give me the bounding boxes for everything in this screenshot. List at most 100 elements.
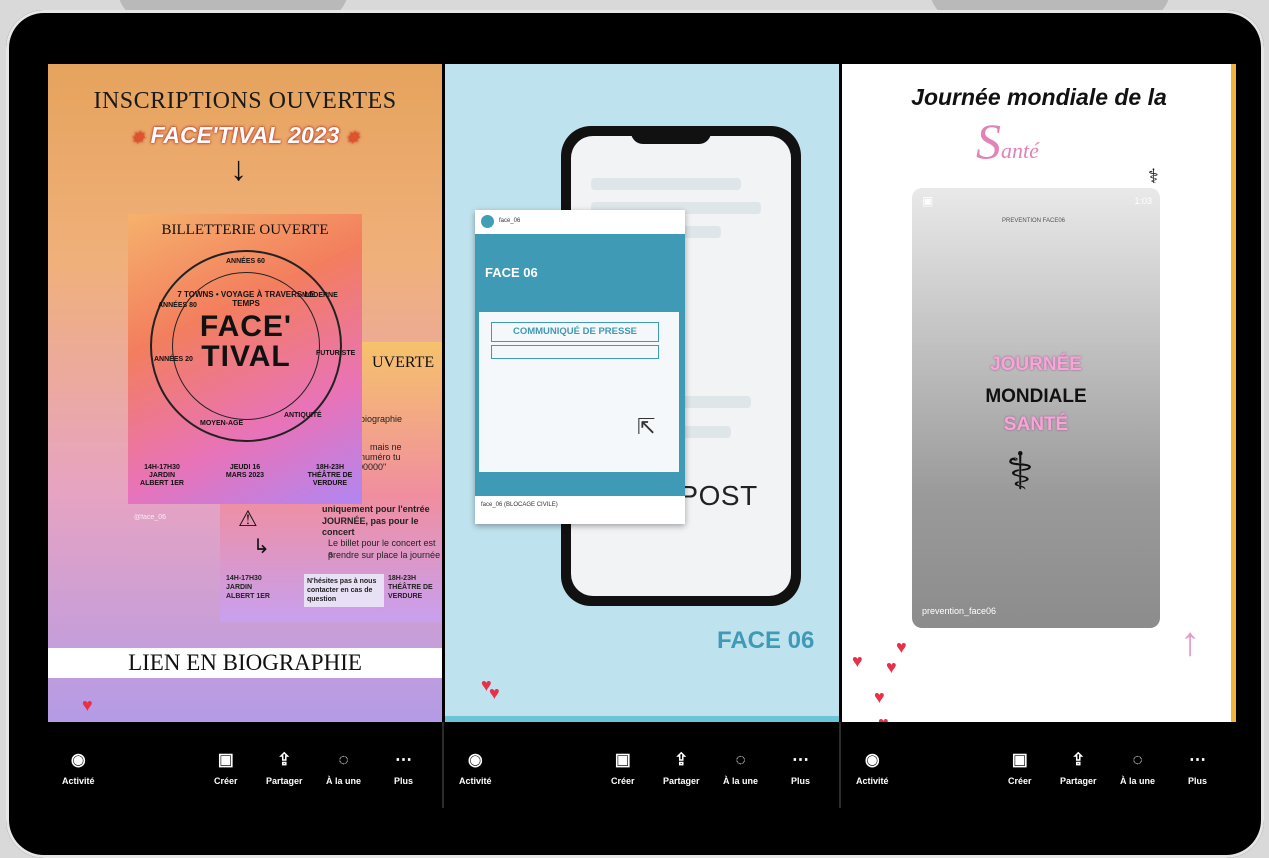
poster-back-footer: N'hésites pas à nous contacter en cas de… <box>304 574 384 607</box>
more-icon: ⋯ <box>395 750 412 769</box>
face06-logo: FACE 06 <box>485 265 538 280</box>
poster-back-line: JOURNÉE, pas pour le concert <box>322 516 419 537</box>
press-release-sub <box>491 345 659 359</box>
cursor-icon: ⇱ <box>637 414 656 439</box>
post-card-footer: face_06 (BLOCAGE CIVILE) <box>481 502 558 508</box>
highlight-button[interactable]: ◌ À la une <box>723 750 758 786</box>
story-subtitle-text: FACE'TIVAL 2023 <box>150 122 340 148</box>
share-icon: ⇪ <box>277 750 292 769</box>
heart-icon: ♥ <box>896 637 907 657</box>
story-logo: PREVENTION FACE06 <box>1002 218 1066 224</box>
share-icon: ⇪ <box>674 750 689 769</box>
share-button[interactable]: ⇪ Partager <box>266 750 303 786</box>
heart-icon: ♥ <box>82 695 93 715</box>
more-icon: ⋯ <box>1189 750 1206 769</box>
activity-button[interactable]: ◉ Activité <box>856 750 889 786</box>
more-icon: ⋯ <box>792 750 809 769</box>
festival-wheel: FACE' TIVAL ANNÉES 60 MODERNE FUTURISTE … <box>150 250 355 442</box>
eye-icon: ◉ <box>864 750 880 769</box>
highlight-icon: ◌ <box>735 750 746 769</box>
sante-script: Santé <box>976 112 1039 170</box>
face06-brand-logo: FACE 06 <box>717 627 815 654</box>
swirl-decoration: ↑ <box>1180 620 1200 664</box>
sante-rest: anté <box>1001 138 1039 163</box>
poster-front-footer: JEUDI 16 MARS 2023 <box>225 464 265 479</box>
story-title: Journée mondiale de la <box>911 84 1167 110</box>
sparkle-icon: ✷ <box>130 130 145 147</box>
action-bar: ◉ Activité ▣ Créer ⇪ Partager ◌ À la une ⋯ Pl… <box>445 722 839 808</box>
embedded-story: ▣ 1:03 PREVENTION FACE06 JOURNÉE MONDIAL… <box>912 188 1160 628</box>
story-panel-health-day[interactable]: Journée mondiale de la Santé ⚕ ▣ 1:03 PR… <box>842 64 1236 722</box>
poster-front-footer: 14H-17H30 JARDIN ALBERT 1ER <box>140 464 184 487</box>
action-bar: ◉ Activité ▣ Créer ⇪ Partager ◌ À la une ⋯ Pl… <box>48 722 442 808</box>
wheel-label: ANNÉES 60 <box>226 258 265 265</box>
post-card: face_06 FACE 06 COMMUNIQUÉ DE PRESSE fac… <box>475 210 685 524</box>
highlight-icon: ◌ <box>338 750 349 769</box>
story-subtitle: ✷ FACE'TIVAL 2023 ✷ <box>48 122 442 149</box>
wheel-label: MOYEN-AGE <box>200 420 244 427</box>
link-in-bio-banner: LIEN EN BIOGRAPHIE <box>48 648 442 678</box>
wheel-label: FUTURISTE <box>316 350 356 357</box>
create-button[interactable]: ▣ Créer <box>611 750 635 786</box>
poster-front-footer: 18H-23H THÉÂTRE DE VERDURE <box>307 464 353 487</box>
share-button[interactable]: ⇪ Partager <box>663 750 700 786</box>
poster-back-footer: 14H-17H30 JARDIN ALBERT 1ER <box>226 575 270 600</box>
poster-front: BILLETTERIE OUVERTE FACE' TIVAL ANNÉES 6… <box>128 214 362 504</box>
highlight-icon: ◌ <box>1132 750 1143 769</box>
poster-front-title: BILLETTERIE OUVERTE <box>161 222 329 238</box>
reels-icon: ▣ <box>922 194 934 208</box>
heart-icon: ♥ <box>886 657 897 677</box>
wheel-ring-text: 7 TOWNS • VOYAGE À TRAVERS LE TEMPS <box>177 290 315 308</box>
story-line-3: SANTÉ <box>1003 414 1069 435</box>
poster-handle: @face_06 <box>134 514 167 521</box>
wheel-title: FACE' TIVAL <box>199 310 293 373</box>
action-bar: ◉ Activité ▣ Créer ⇪ Partager ◌ À la une ⋯ Pl… <box>842 722 1236 808</box>
heart-icon: ♥ <box>489 683 500 703</box>
create-button[interactable]: ▣ Créer <box>1008 750 1032 786</box>
divider <box>442 722 444 808</box>
reels-icon: ▣ <box>217 750 234 769</box>
sparkle-icon: ✷ <box>345 130 360 147</box>
more-button[interactable]: ⋯ Plus <box>394 750 413 786</box>
caduceus-icon: ⚕ <box>1148 166 1159 188</box>
poster-back-line: 00000" <box>358 462 387 472</box>
screen: INSCRIPTIONS OUVERTES ✷ FACE'TIVAL 2023 … <box>48 64 1240 808</box>
caduceus-icon: ⚕ <box>1006 443 1035 501</box>
curved-arrow-icon: ↳ <box>253 536 270 558</box>
story-time: 1:03 <box>1134 196 1152 206</box>
create-button[interactable]: ▣ Créer <box>214 750 238 786</box>
warning-icon: ⚠ <box>238 506 258 531</box>
post-card-handle: face_06 <box>499 218 521 224</box>
phone-notch <box>631 126 711 144</box>
reels-icon: ▣ <box>1011 750 1028 769</box>
sante-initial: S <box>976 113 1001 169</box>
eye-icon: ◉ <box>467 750 483 769</box>
highlight-button[interactable]: ◌ À la une <box>1120 750 1155 786</box>
story-line-2: MONDIALE <box>985 386 1087 407</box>
device-frame: INSCRIPTIONS OUVERTES ✷ FACE'TIVAL 2023 … <box>6 10 1264 858</box>
eye-icon: ◉ <box>70 750 86 769</box>
story-panel-new-post[interactable]: NEW POST face_06 FACE 06 COMMUNIQUÉ DE P… <box>445 64 839 722</box>
blurred-row <box>591 178 741 190</box>
heart-icon: ♥ <box>878 714 889 722</box>
post-card-inner: COMMUNIQUÉ DE PRESSE <box>479 312 679 472</box>
reels-icon: ▣ <box>614 750 631 769</box>
activity-button[interactable]: ◉ Activité <box>459 750 492 786</box>
story-line-1: JOURNÉE <box>990 354 1082 375</box>
more-button[interactable]: ⋯ Plus <box>1188 750 1207 786</box>
heart-icon: ♥ <box>874 687 885 707</box>
share-icon: ⇪ <box>1071 750 1086 769</box>
press-release-label: COMMUNIQUÉ DE PRESSE <box>491 322 659 342</box>
story-panel-festival[interactable]: INSCRIPTIONS OUVERTES ✷ FACE'TIVAL 2023 … <box>48 64 442 722</box>
poster-back-line: biographie <box>360 414 403 424</box>
wheel-label: ANTIQUITÉ <box>284 412 322 419</box>
down-arrow-icon: ↓ <box>230 150 247 188</box>
share-button[interactable]: ⇪ Partager <box>1060 750 1097 786</box>
more-button[interactable]: ⋯ Plus <box>791 750 810 786</box>
poster-back-footer: 18H-23H THÉÂTRE DE VERDURE <box>388 575 433 600</box>
heart-icon: ♥ <box>852 651 863 671</box>
poster-back-title: UVERTE <box>372 354 435 371</box>
activity-button[interactable]: ◉ Activité <box>62 750 95 786</box>
highlight-button[interactable]: ◌ À la une <box>326 750 361 786</box>
avatar <box>481 215 494 228</box>
